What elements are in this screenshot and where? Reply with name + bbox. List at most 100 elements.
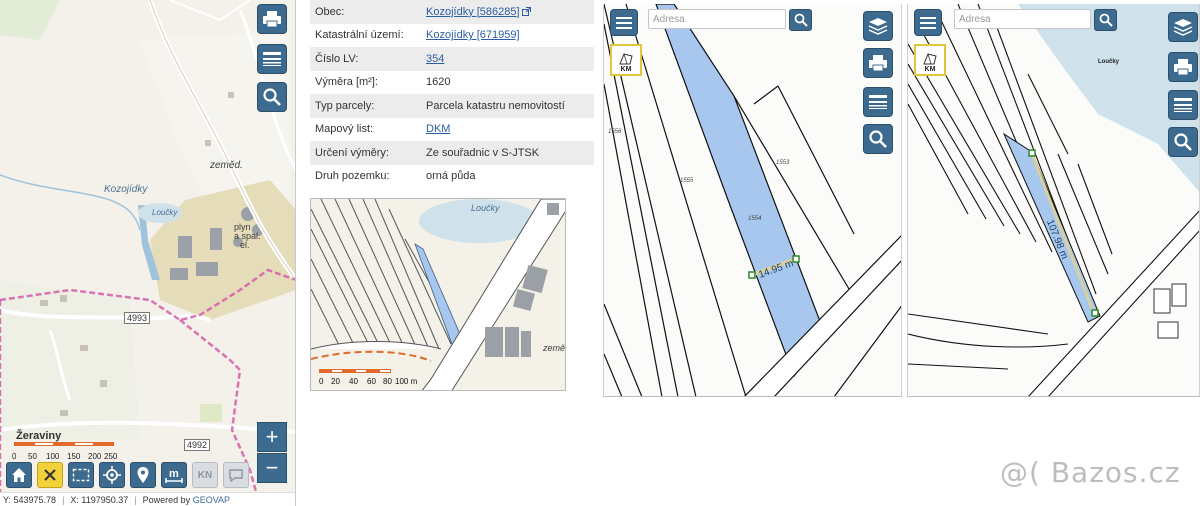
agriculture-label: zeměd. xyxy=(210,160,243,171)
thumbnail-graphics xyxy=(311,199,565,390)
layers-button[interactable] xyxy=(863,11,893,41)
thumb-agriculture-label: země xyxy=(543,343,566,353)
search-button[interactable] xyxy=(257,82,287,112)
printer-icon xyxy=(263,11,281,28)
menu-button[interactable] xyxy=(610,9,638,36)
info-value-cell: Parcela katastru nemovitostí xyxy=(421,94,594,118)
close-icon xyxy=(44,469,56,481)
info-value: Parcela katastru nemovitostí xyxy=(426,99,565,112)
info-row: Mapový list: DKM xyxy=(310,117,594,141)
info-key: Typ parcely: xyxy=(310,94,421,118)
info-row: Typ parcely: Parcela katastru nemovitostí xyxy=(310,94,594,118)
home-button[interactable] xyxy=(6,462,32,488)
legend-icon xyxy=(869,95,887,109)
search-button[interactable] xyxy=(1168,127,1198,157)
layers-button[interactable] xyxy=(1168,12,1198,42)
left-map-view[interactable]: Kozojídky zeměd. Loučky plyn a spal. el.… xyxy=(0,0,296,506)
bazos-watermark: @( Bazos.cz xyxy=(1000,456,1181,489)
external-link-icon[interactable] xyxy=(521,6,531,16)
parcel-thumbnail-map: Loučky země 0 20 40 60 80 100 m xyxy=(310,198,566,391)
info-key: Obec: xyxy=(310,0,421,24)
address-search-button[interactable] xyxy=(789,9,812,31)
cadastral-map-view-2[interactable]: Loučky 107.98 m KM xyxy=(907,4,1200,397)
info-value: orná půda xyxy=(426,170,476,183)
info-value-cell: Ze souřadnic v S-JTSK xyxy=(421,141,594,165)
info-row: Katastrální území: Kozojídky [671959] xyxy=(310,23,594,47)
town-label: Žeraviny xyxy=(16,430,62,442)
legend-button[interactable] xyxy=(257,44,287,74)
address-search-button[interactable] xyxy=(1094,9,1117,31)
address-search-input[interactable] xyxy=(954,9,1091,29)
marker-button[interactable] xyxy=(130,462,156,488)
info-value-link[interactable]: Kozojídky [671959] xyxy=(426,29,520,41)
x-coordinate: X: 1197950.37 xyxy=(70,494,129,505)
print-button[interactable] xyxy=(1168,52,1198,82)
info-row: Výměra [m²]: 1620 xyxy=(310,70,594,94)
print-button[interactable] xyxy=(863,48,893,78)
el-label: el. xyxy=(240,240,250,250)
info-value-cell: Kozojídky [586285] xyxy=(421,0,594,24)
legend-button[interactable] xyxy=(1168,90,1198,120)
scale-tick: 150 xyxy=(67,452,81,461)
vendor-link[interactable]: GEOVAP xyxy=(193,495,230,505)
info-key: Katastrální území: xyxy=(310,23,421,47)
thumb-scale-tick: 100 m xyxy=(395,377,418,386)
address-search-input[interactable] xyxy=(648,9,786,29)
print-button[interactable] xyxy=(257,4,287,34)
kn-layer-button[interactable]: KN xyxy=(192,462,218,488)
legend-icon xyxy=(263,52,281,66)
printer-icon xyxy=(869,55,887,72)
info-key: Mapový list: xyxy=(310,117,421,141)
info-value-cell: 354 xyxy=(421,47,594,71)
info-value-link[interactable]: DKM xyxy=(426,123,450,135)
info-value-link[interactable]: Kozojídky [586285] xyxy=(426,6,520,18)
hamburger-icon xyxy=(920,16,936,29)
info-key: Druh pozemku: xyxy=(310,164,421,188)
zoom-out-button[interactable]: − xyxy=(257,453,287,483)
thumb-pond-label: Loučky xyxy=(471,203,500,213)
km-layer-toggle[interactable]: KM xyxy=(914,44,946,76)
thumb-scale-tick: 60 xyxy=(367,377,376,386)
screenshot-root: Kozojídky zeměd. Loučky plyn a spal. el.… xyxy=(0,0,1200,506)
info-value-link[interactable]: 354 xyxy=(426,53,444,65)
scale-tick: 100 xyxy=(46,452,60,461)
search-icon xyxy=(869,130,887,148)
scale-tick: 200 xyxy=(88,452,102,461)
clear-button[interactable] xyxy=(37,462,63,488)
thumb-scale-tick: 80 xyxy=(383,377,392,386)
legend-button[interactable] xyxy=(863,87,893,117)
ruler-icon: m xyxy=(165,468,183,483)
crosshair-icon xyxy=(103,466,121,484)
cadastral-map-view-1[interactable]: 1556 1555 1553 1554 14.95 m KM xyxy=(603,4,902,397)
zoom-in-button[interactable]: + xyxy=(257,422,287,452)
thumb-scale-tick: 40 xyxy=(349,377,358,386)
search-icon xyxy=(1174,133,1192,151)
map-toolbar: m KN xyxy=(6,462,249,488)
speech-bubble-icon xyxy=(229,469,243,482)
menu-button[interactable] xyxy=(914,9,942,36)
info-row: Druh pozemku: orná půda xyxy=(310,164,594,188)
cadastral-graphics-2 xyxy=(908,4,1199,396)
parcel-info-panel: Obec: Kozojídky [586285] Katastrální území… xyxy=(310,0,594,188)
thumb-scale-tick: 20 xyxy=(331,377,340,386)
km-layer-toggle[interactable]: KM xyxy=(610,44,642,76)
locate-button[interactable] xyxy=(99,462,125,488)
measure-button[interactable]: m xyxy=(161,462,187,488)
cadastral-graphics-1 xyxy=(604,4,901,396)
pond-label: Loučky xyxy=(152,208,178,217)
scale-tick: 50 xyxy=(28,452,37,461)
layers-icon xyxy=(868,18,888,35)
km-label: KM xyxy=(924,66,936,73)
km-label: KM xyxy=(620,66,632,73)
thumb-scale-tick: 0 xyxy=(319,377,324,386)
info-row: Číslo LV: 354 xyxy=(310,47,594,71)
select-area-button[interactable] xyxy=(68,462,94,488)
parcel-number: 1554 xyxy=(748,216,762,222)
search-button[interactable] xyxy=(863,124,893,154)
y-coordinate: Y: 543975.78 xyxy=(3,494,57,505)
selection-rectangle-icon xyxy=(72,468,90,482)
info-value-cell: 1620 xyxy=(421,70,594,94)
parcel-info-table: Obec: Kozojídky [586285] Katastrální území… xyxy=(310,0,594,188)
road-number-4992: 4992 xyxy=(184,439,211,451)
comment-button[interactable] xyxy=(223,462,249,488)
